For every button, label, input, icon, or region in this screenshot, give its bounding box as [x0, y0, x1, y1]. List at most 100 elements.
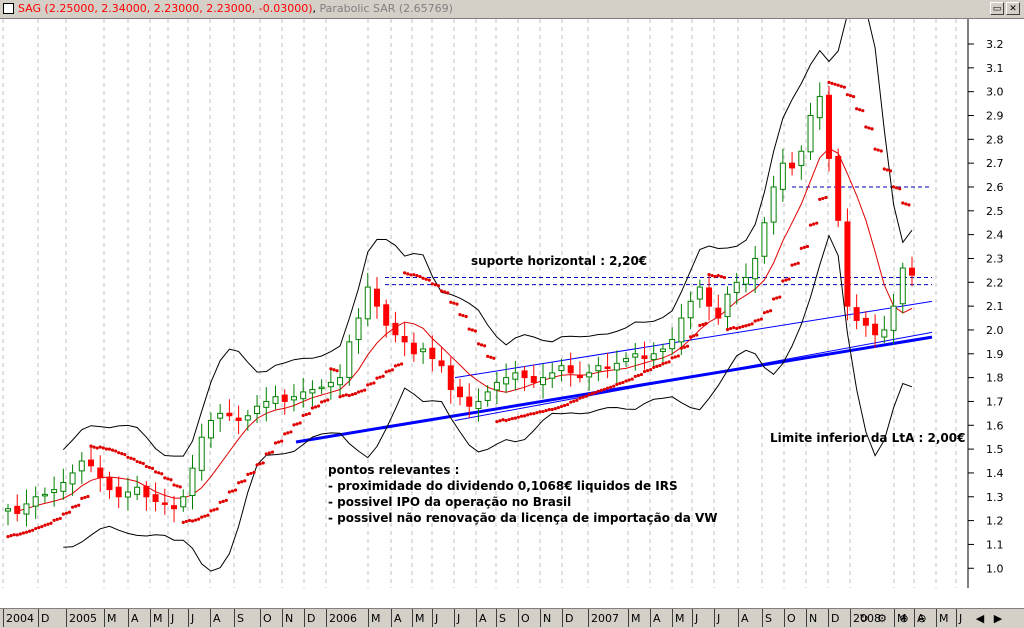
time-label: D — [41, 612, 50, 625]
sar-dot — [486, 354, 490, 358]
restore-button[interactable]: ▭ — [990, 2, 1004, 15]
sar-dot — [907, 203, 911, 207]
sar-dot — [24, 530, 29, 534]
time-tick — [3, 609, 4, 627]
price-tick-label: 2.5 — [986, 205, 1004, 218]
candle-up — [678, 317, 685, 343]
price-chart[interactable]: 1.0 1.1 1.2 1.3 1.4 1.5 1.6 1.7 1.8 1.9 2.0 2.1 2.2 2… — [0, 19, 1024, 608]
sar-dot — [123, 452, 127, 457]
zoom-out-icon[interactable]: ⊖ — [914, 611, 930, 626]
zoom-in-icon[interactable]: ⊕ — [896, 611, 912, 626]
sar-dot — [882, 167, 886, 171]
sar-dot — [855, 107, 859, 111]
candle-up — [742, 277, 749, 285]
scroll-left-icon[interactable]: ◀ — [972, 611, 988, 626]
sar-dot — [738, 325, 742, 330]
time-label: A — [741, 612, 749, 625]
candle-up — [659, 348, 666, 352]
sar-dot — [212, 508, 216, 512]
sar-dot — [184, 519, 188, 524]
candle-up — [134, 486, 141, 495]
candle-up — [355, 317, 362, 341]
time-label: 2005 — [69, 612, 97, 625]
sar-dot — [412, 273, 416, 277]
sar-dot — [685, 344, 690, 348]
candle-down — [226, 412, 233, 417]
sar-dot — [89, 444, 93, 448]
price-tick-label: 2.2 — [986, 276, 1004, 289]
sar-dot — [270, 450, 275, 454]
window-menu-icon[interactable] — [3, 3, 14, 14]
sar-dot — [504, 418, 508, 423]
scroll-right-icon[interactable]: ▶ — [990, 611, 1006, 626]
time-label: J — [191, 612, 195, 625]
time-tick — [692, 609, 693, 627]
sar-dot — [599, 388, 604, 392]
price-tick-label: 3.2 — [986, 38, 1004, 51]
sar-dot — [701, 322, 705, 327]
sar-dot — [489, 355, 493, 359]
sar-dot — [366, 383, 370, 387]
chart-window-title: SAG (2.25000, 2.34000, 2.23000, 2.23000,… — [18, 2, 453, 15]
candle-up — [364, 286, 371, 320]
sar-dot — [141, 461, 145, 466]
time-label: D — [307, 612, 316, 625]
sar-dot — [630, 377, 634, 381]
sar-dot — [21, 531, 25, 535]
sar-dot — [452, 301, 456, 305]
sar-dot — [467, 327, 471, 331]
refresh-icon[interactable]: ↻ — [856, 611, 872, 626]
time-label: N — [809, 612, 818, 625]
point-3: - possivel não renovação da licença de i… — [328, 511, 718, 525]
sar-dot — [326, 398, 330, 402]
sar-dot — [436, 284, 441, 288]
sar-dot — [612, 384, 616, 388]
sar-dot — [249, 471, 253, 476]
sar-dot — [310, 406, 315, 410]
sar-dot — [741, 324, 745, 329]
candle-down — [161, 502, 168, 505]
price-tick-label: 2.7 — [986, 157, 1004, 170]
sar-dot — [750, 322, 754, 326]
candle-up — [207, 420, 214, 439]
candle-up — [23, 503, 30, 515]
time-tick — [282, 609, 283, 627]
sar-dot — [710, 273, 714, 278]
sar-dot — [464, 314, 468, 319]
time-label: N — [285, 612, 294, 625]
sar-dot — [569, 400, 573, 404]
candle-up — [586, 372, 593, 378]
sar-dot — [58, 516, 62, 521]
sar-dot — [541, 409, 545, 414]
time-label: J — [959, 612, 963, 625]
sar-dot — [526, 413, 530, 417]
candle-up — [180, 496, 187, 508]
candle-up — [899, 267, 906, 305]
candle-up — [807, 114, 814, 153]
candle-up — [263, 400, 270, 408]
close-button[interactable]: ✕ — [1006, 2, 1020, 15]
sar-dot — [492, 356, 496, 360]
candle-down — [106, 477, 113, 491]
sar-dot — [682, 345, 687, 349]
sar-dot — [879, 149, 883, 153]
candle-down — [567, 365, 574, 374]
sar-dot — [427, 278, 431, 282]
sar-dot — [298, 421, 302, 425]
candle-down — [457, 386, 463, 398]
sar-dot — [433, 283, 438, 287]
sar-dot — [482, 344, 487, 348]
settings-icon[interactable]: ⚙ — [874, 611, 890, 626]
time-tick — [260, 609, 261, 627]
candle-down — [604, 366, 611, 369]
sar-dot — [157, 471, 161, 475]
limit-annotation: Limite inferior da LtA : 2,00€ — [770, 431, 965, 445]
sar-dot — [9, 534, 13, 538]
candle-down — [235, 417, 242, 422]
time-label: J — [457, 612, 461, 625]
sar-dot — [645, 368, 650, 373]
sar-dot — [587, 392, 591, 397]
price-tick-label: 1.9 — [986, 348, 1004, 361]
time-label: O — [263, 612, 272, 625]
candle-down — [14, 505, 21, 514]
